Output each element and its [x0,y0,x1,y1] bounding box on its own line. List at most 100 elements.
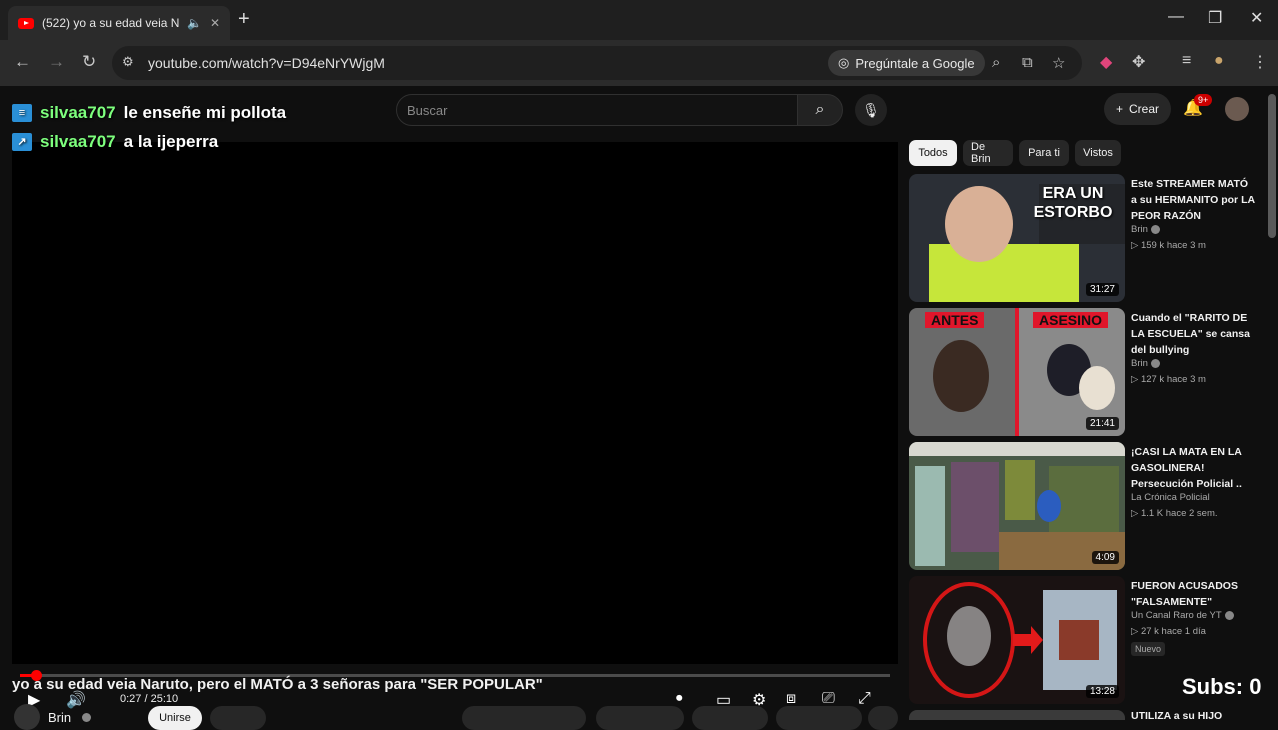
new-tab-icon[interactable]: + [238,8,250,31]
reload-icon[interactable]: ↻ [82,52,96,72]
fullscreen-icon[interactable]: ⤢ [858,690,871,708]
ask-google-label: Pregúntale a Google [855,55,975,71]
mic-icon: 🎙 [862,101,880,118]
lens-icon: ◎ [838,55,850,70]
video-thumbnail[interactable] [909,710,1125,720]
search-button[interactable]: ⌕ [797,94,843,126]
download-button[interactable] [776,706,862,730]
like-dislike-button[interactable] [462,706,586,730]
video-title: yo a su edad veia Naruto, pero el MATÓ a… [12,676,543,693]
chat-username: silvaa707 [40,131,116,151]
thumbnail-caption: ERA UN ESTORBO [1033,185,1113,221]
video-thumbnail[interactable]: 4:09 [909,442,1125,570]
recommendation-channel: Brin [1131,224,1160,235]
recommendation-meta: ▷ 1.1 K hace 2 sem. [1131,508,1218,519]
chip-de-brin[interactable]: De Brin [963,140,1013,166]
verified-icon [1150,358,1160,368]
url-text[interactable]: youtube.com/watch?v=D94eNrYWjgM [148,55,385,71]
plus-icon: + [1116,102,1124,116]
recommendation-item[interactable]: ERA UN ESTORBO 31:27 Este STREAMER MATÓ … [909,174,1259,302]
verified-icon [1224,610,1234,620]
recommendation-title[interactable]: Este STREAMER MATÓ a su HERMANITO por LA… [1131,176,1255,224]
media-control-icon[interactable]: ≡ [1182,52,1191,70]
recommendation-title[interactable]: ¡CASI LA MATA EN LA GASOLINERA! Persecuc… [1131,444,1255,492]
chat-message: a la ijeperra [123,131,219,151]
create-label: Crear [1129,102,1160,116]
account-avatar[interactable] [1225,97,1249,121]
create-button[interactable]: + Crear [1104,93,1172,125]
chat-line: ≡ silvaa707 le enseñe mi pollota [12,98,286,127]
subscribe-button[interactable] [210,706,266,730]
recommendation-item[interactable]: ANTES ASESINO 21:41 Cuando el "RARITO DE… [909,308,1259,436]
voice-search-button[interactable]: 🎙 [855,94,887,126]
channel-row: Brin [14,704,92,730]
restore-icon[interactable]: ❐ [1208,8,1222,28]
recommendation-channel: La Crónica Policial [1131,492,1210,503]
channel-avatar[interactable] [14,704,40,730]
bookmark-star-icon[interactable]: ☆ [1052,54,1065,72]
channel-name: Un Canal Raro de YT [1131,610,1222,621]
forward-icon[interactable]: → [48,52,65,72]
chip-para-ti[interactable]: Para ti [1019,140,1069,166]
chat-badge-icon: ↗ [12,132,32,151]
chat-username: silvaa707 [40,102,116,122]
chip-vistos[interactable]: Vistos [1075,140,1121,166]
join-button[interactable]: Unirse [148,706,202,730]
browser-tab-youtube[interactable]: (522) yo a su edad veia Naruto, pero el … [8,6,230,40]
site-info-icon[interactable]: ⚙ [122,54,134,70]
video-player[interactable]: ▶ 🔊 0:27 / 25:10 ⏺ ▭ ⚙ ⧈ ⎚ ⤢ [12,142,898,709]
chrome-menu-icon[interactable]: ⋮ [1252,52,1268,72]
video-thumbnail[interactable]: ANTES ASESINO 21:41 [909,308,1125,436]
chat-overlay: ≡ silvaa707 le enseñe mi pollota ↗ silva… [12,98,286,156]
profile-icon[interactable]: ● [1214,52,1224,70]
autoplay-toggle[interactable]: ⏺ [676,690,683,706]
share-button[interactable] [596,706,684,730]
video-duration: 4:09 [1091,551,1119,564]
speaker-icon[interactable]: 🔈 [187,16,202,30]
youtube-favicon-icon [18,17,34,29]
channel-name: Brin [1131,224,1148,235]
chat-badge-icon: ≡ [12,103,32,122]
close-tab-icon[interactable]: ✕ [210,16,220,30]
verified-icon [82,712,92,722]
chip-todos[interactable]: Todos [909,140,957,166]
video-duration: 21:41 [1085,417,1119,430]
recommendation-channel: Brin [1131,358,1160,369]
youtube-page: Buscar ⌕ 🎙 + Crear 🔔 9+ ▶ 🔊 0:27 / 25:10… [0,86,1278,730]
extensions-puzzle-icon[interactable]: ✥ [1132,52,1145,72]
recommendation-title[interactable]: FUERON ACUSADOS "FALSAMENTE" [1131,578,1255,610]
chat-message: le enseñe mi pollota [123,102,287,122]
tab-title: (522) yo a su edad veia Naruto, pero el … [42,16,179,30]
address-bar[interactable]: ⚙ youtube.com/watch?v=D94eNrYWjgM ◎ Preg… [112,46,1082,80]
browser-toolbar: ← → ↻ ⚙ youtube.com/watch?v=D94eNrYWjgM … [0,40,1278,86]
zoom-icon[interactable]: ⌕ [992,54,1000,71]
recommendation-item[interactable]: 4:09 ¡CASI LA MATA EN LA GASOLINERA! Per… [909,442,1259,570]
save-button[interactable] [692,706,768,730]
install-app-icon[interactable]: ⧉ [1022,54,1033,71]
chat-line: ↗ silvaa707 a la ijeperra [12,127,286,156]
close-window-icon[interactable]: ✕ [1250,8,1263,28]
scrollbar[interactable] [1268,94,1276,238]
subs-counter-overlay: Subs: 0 [1182,674,1262,699]
video-thumbnail[interactable]: ERA UN ESTORBO 31:27 [909,174,1125,302]
extension-icon[interactable]: ◆ [1100,52,1112,72]
search-input[interactable]: Buscar [396,94,798,126]
recommendation-title[interactable]: Cuando el "RARITO DE LA ESCUELA" se cans… [1131,310,1255,358]
recommendation-meta: ▷ 159 k hace 3 m [1131,240,1206,251]
channel-name[interactable]: Brin [48,710,71,725]
recommendation-meta: ▷ 127 k hace 3 m [1131,374,1206,385]
notifications-badge: 9+ [1194,94,1213,106]
video-thumbnail[interactable]: 13:28 [909,576,1125,704]
verified-icon [1150,224,1160,234]
minimize-icon[interactable]: — [1168,8,1184,26]
new-badge: Nuevo [1131,642,1166,656]
more-actions-button[interactable] [868,706,898,730]
recommendation-meta: ▷ 27 k hace 1 día [1131,626,1206,637]
time-display: 0:27 / 25:10 [120,693,179,705]
channel-name: Brin [1131,358,1148,369]
back-icon[interactable]: ← [14,52,31,72]
thumbnail-label-after: ASESINO [1033,312,1109,328]
ask-google-button[interactable]: ◎ Pregúntale a Google [828,50,985,76]
video-duration: 13:28 [1085,685,1119,698]
recommendation-title[interactable]: UTILIZA a su HIJO [1131,710,1222,722]
